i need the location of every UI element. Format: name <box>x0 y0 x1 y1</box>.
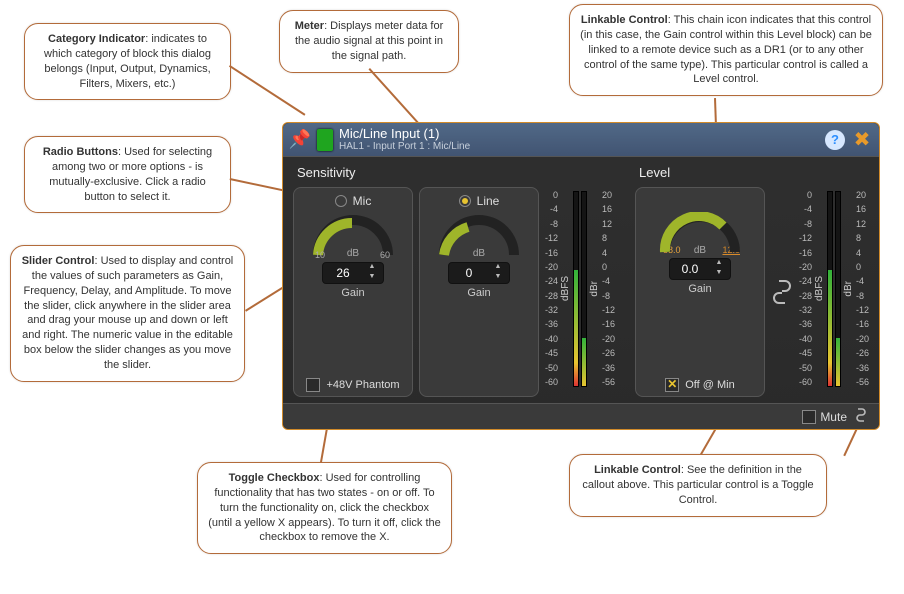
line-gain-value[interactable] <box>449 266 489 280</box>
mic-gain-label: Gain <box>341 287 364 299</box>
meter-scale-right: 201612840-4-8-12-16-20-26-36-56 <box>856 191 869 387</box>
spinner-down-icon[interactable]: ▼ <box>363 273 381 283</box>
meter-axis-right: dBr <box>843 281 854 297</box>
mute-label: Mute <box>820 410 847 424</box>
level-block: dB -88.0 12.0 ▲▼ Gain Off @ Min <box>635 187 765 397</box>
level-gain-label: Gain <box>688 283 711 295</box>
sensitivity-meter: 0-4-8-12-16-20-24-28-32-36-40-45-50-60 d… <box>545 187 615 387</box>
phantom-label: +48V Phantom <box>326 379 399 391</box>
callout-category: Category Indicator: indicates to which c… <box>24 23 231 100</box>
callout-linkable-top: Linkable Control: This chain icon indica… <box>569 4 883 96</box>
callout-linkable-bottom: Linkable Control: See the definition in … <box>569 454 827 517</box>
dialog-subtitle: HAL1 - Input Port 1 : Mic/Line <box>339 141 819 152</box>
level-section: Level dB -88.0 12.0 <box>631 161 873 401</box>
dialog-title: Mic/Line Input (1) <box>339 127 819 141</box>
mic-gain-value[interactable] <box>323 266 363 280</box>
gauge-min: 10 <box>315 250 325 259</box>
spinner-down-icon[interactable]: ▼ <box>710 269 728 279</box>
mic-line-input-dialog: 📌 Mic/Line Input (1) HAL1 - Input Port 1… <box>282 122 880 430</box>
meter-axis-right: dBr <box>589 281 600 297</box>
meter-bar-right <box>581 191 587 387</box>
callout-slider: Slider Control: Used to display and cont… <box>10 245 245 382</box>
spinner-up-icon[interactable]: ▲ <box>363 263 381 273</box>
sensitivity-title: Sensitivity <box>297 165 631 180</box>
off-at-min-checkbox[interactable]: Off @ Min <box>665 378 734 392</box>
leader <box>229 65 305 115</box>
meter-scale-right: 201612840-4-8-12-16-20-26-36-56 <box>602 191 615 387</box>
dialog-footer: Mute <box>283 403 879 429</box>
level-meter: 0-4-8-12-16-20-24-28-32-36-40-45-50-60 d… <box>799 187 869 387</box>
meter-axis-left: dBFS <box>560 276 571 301</box>
link-icon[interactable] <box>771 272 793 312</box>
line-gain-spinbox[interactable]: ▲▼ <box>448 262 510 284</box>
sensitivity-section: Sensitivity Mic 10 60 <box>289 161 631 401</box>
meter-bar-left <box>573 191 579 387</box>
meter-bar-left <box>827 191 833 387</box>
close-button[interactable]: ✖ <box>851 129 873 151</box>
level-gain-value[interactable] <box>670 262 710 276</box>
spinner-up-icon[interactable]: ▲ <box>710 259 728 269</box>
dialog-title-area: Mic/Line Input (1) HAL1 - Input Port 1 :… <box>339 127 819 152</box>
dialog-header: 📌 Mic/Line Input (1) HAL1 - Input Port 1… <box>283 123 879 157</box>
line-gain-slider[interactable] <box>436 215 522 259</box>
off-at-min-label: Off @ Min <box>685 379 734 391</box>
mic-radio[interactable]: Mic <box>335 194 372 208</box>
line-block: Line dB ▲▼ Gain <box>419 187 539 397</box>
pin-icon[interactable]: 📌 <box>289 129 311 151</box>
checkbox-icon <box>306 378 320 392</box>
checkbox-icon <box>802 410 816 424</box>
spinner-down-icon[interactable]: ▼ <box>489 273 507 283</box>
line-gain-label: Gain <box>467 287 490 299</box>
mic-radio-label: Mic <box>353 194 372 208</box>
mic-gain-spinbox[interactable]: ▲▼ <box>322 262 384 284</box>
meter-bar-right <box>835 191 841 387</box>
level-gain-slider[interactable] <box>657 212 743 256</box>
dialog-body: Sensitivity Mic 10 60 <box>289 161 873 401</box>
link-icon[interactable] <box>853 407 869 426</box>
callout-meter: Meter: Displays meter data for the audio… <box>279 10 459 73</box>
line-radio[interactable]: Line <box>459 194 500 208</box>
line-radio-label: Line <box>477 194 500 208</box>
level-gain-spinbox[interactable]: ▲▼ <box>669 258 731 280</box>
gauge-max: 60 <box>380 250 390 259</box>
radio-icon <box>335 195 347 207</box>
meter-axis-left: dBFS <box>814 276 825 301</box>
radio-icon <box>459 195 471 207</box>
category-indicator <box>317 129 333 151</box>
callout-radio: Radio Buttons: Used for selecting among … <box>24 136 231 213</box>
help-button[interactable]: ? <box>825 130 845 150</box>
mic-block: Mic 10 60 dB ▲▼ <box>293 187 413 397</box>
mic-gain-slider[interactable]: 10 60 <box>310 215 396 259</box>
checkbox-icon <box>665 378 679 392</box>
meter-scale-left: 0-4-8-12-16-20-24-28-32-36-40-45-50-60 <box>799 191 812 387</box>
phantom-checkbox[interactable]: +48V Phantom <box>306 378 399 392</box>
callout-toggle: Toggle Checkbox: Used for controlling fu… <box>197 462 452 554</box>
mute-checkbox[interactable]: Mute <box>802 410 847 424</box>
spinner-up-icon[interactable]: ▲ <box>489 263 507 273</box>
meter-scale-left: 0-4-8-12-16-20-24-28-32-36-40-45-50-60 <box>545 191 558 387</box>
level-title: Level <box>639 165 873 180</box>
